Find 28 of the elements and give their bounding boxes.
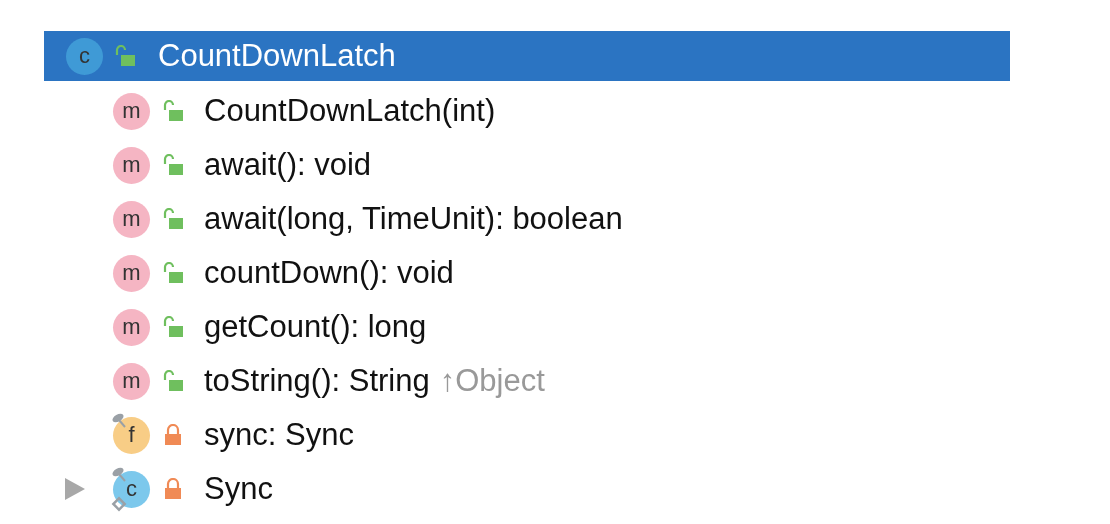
expand-arrow-icon[interactable]: [65, 478, 85, 500]
method-icon: m: [113, 92, 150, 130]
tree-row[interactable]: m await(long, TimeUnit): boolean: [0, 192, 1110, 246]
member-label: await(long, TimeUnit): boolean: [204, 199, 623, 238]
method-icon: m: [113, 146, 150, 184]
method-icon: m: [113, 254, 150, 292]
member-label: sync: Sync: [204, 415, 354, 454]
method-icon: m: [113, 362, 150, 400]
tree-row[interactable]: c CountDownLatch: [44, 31, 1010, 81]
tree-row[interactable]: m countDown(): void: [0, 246, 1110, 300]
class-name: CountDownLatch: [158, 36, 396, 75]
field-icon: f: [113, 416, 150, 454]
method-icon: m: [113, 200, 150, 238]
tree-row[interactable]: m await(): void: [0, 138, 1110, 192]
method-icon: m: [113, 308, 150, 346]
tree-row[interactable]: f sync: Sync: [0, 408, 1110, 462]
member-label: CountDownLatch(int): [204, 91, 496, 130]
member-label: toString(): String: [204, 361, 430, 400]
member-label: Sync: [204, 469, 273, 508]
tree-row[interactable]: c Sync: [0, 462, 1110, 516]
tree-row[interactable]: m toString(): String ↑Object: [0, 354, 1110, 408]
member-label: getCount(): long: [204, 307, 427, 346]
class-icon: c: [66, 37, 103, 75]
tree-row[interactable]: m getCount(): long: [0, 300, 1110, 354]
tree-row[interactable]: m CountDownLatch(int): [0, 84, 1110, 138]
member-label: await(): void: [204, 145, 372, 184]
inherited-from-label: ↑Object: [439, 361, 545, 400]
member-label: countDown(): void: [204, 253, 454, 292]
